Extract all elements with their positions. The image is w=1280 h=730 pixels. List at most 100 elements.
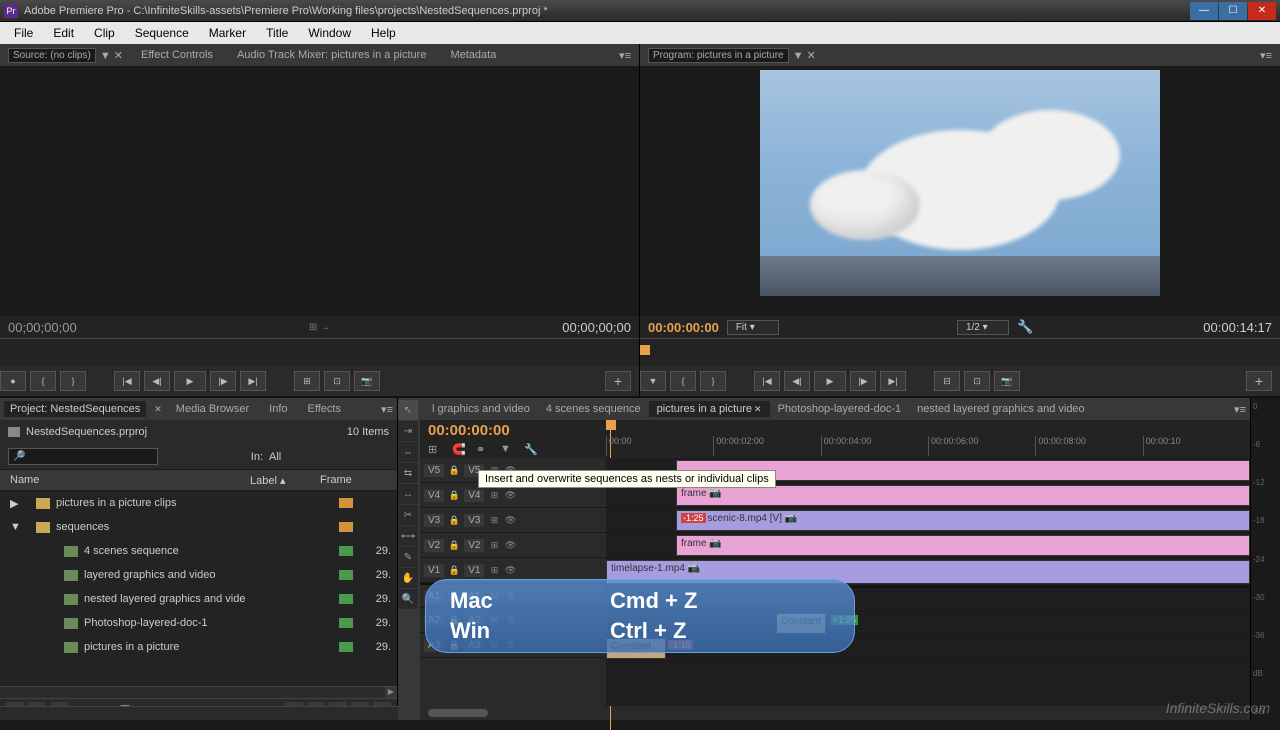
- menu-help[interactable]: Help: [361, 26, 406, 40]
- program-tc-current[interactable]: 00:00:00:00: [648, 320, 719, 335]
- playhead-icon[interactable]: [640, 345, 650, 355]
- step-fwd-icon[interactable]: |▶: [210, 371, 236, 391]
- pen-tool-icon[interactable]: ✎: [398, 547, 418, 567]
- tree-row[interactable]: 4 scenes sequence29.: [0, 539, 397, 563]
- step-fwd-icon[interactable]: |▶: [850, 371, 876, 391]
- slip-tool-icon[interactable]: ⟷: [398, 526, 418, 546]
- track-v5[interactable]: V5: [424, 464, 444, 477]
- timeline-tab[interactable]: 4 scenes sequence: [538, 401, 649, 417]
- insert-icon[interactable]: ⊞: [294, 371, 320, 391]
- marker-icon[interactable]: ●: [0, 371, 26, 391]
- razor-tool-icon[interactable]: ✂: [398, 505, 418, 525]
- play-button[interactable]: ▶: [174, 371, 206, 391]
- snap-icon[interactable]: 🧲: [452, 443, 466, 457]
- mark-out-icon[interactable]: }: [60, 371, 86, 391]
- play-button[interactable]: ▶: [814, 371, 846, 391]
- menu-marker[interactable]: Marker: [199, 26, 256, 40]
- track-v3[interactable]: V3: [424, 514, 444, 527]
- menu-title[interactable]: Title: [256, 26, 298, 40]
- clip[interactable]: frame 📷: [676, 485, 1250, 506]
- overwrite-icon[interactable]: ⊡: [324, 371, 350, 391]
- goto-in-icon[interactable]: |◀: [114, 371, 140, 391]
- clip[interactable]: frame 📷: [676, 535, 1250, 556]
- project-tree[interactable]: ▶pictures in a picture clips▼sequences4 …: [0, 491, 397, 686]
- track-v2[interactable]: V2: [424, 539, 444, 552]
- track-select-tool-icon[interactable]: ⇥: [398, 421, 418, 441]
- add-button[interactable]: +: [1246, 371, 1272, 391]
- tab-media-browser[interactable]: Media Browser: [170, 401, 255, 417]
- tab-metadata[interactable]: Metadata: [444, 47, 502, 63]
- rate-tool-icon[interactable]: ↔: [398, 484, 418, 504]
- goto-out-icon[interactable]: ▶|: [240, 371, 266, 391]
- col-frame[interactable]: Frame: [320, 474, 397, 486]
- tab-info[interactable]: Info: [263, 401, 293, 417]
- track-v1[interactable]: V1: [424, 564, 444, 577]
- panel-menu-icon[interactable]: ▾≡: [1234, 403, 1246, 416]
- tree-row[interactable]: nested layered graphics and vide29.: [0, 587, 397, 611]
- col-name[interactable]: Name: [0, 474, 250, 486]
- tab-effects[interactable]: Effects: [302, 401, 347, 417]
- timeline-tab[interactable]: l graphics and video: [424, 401, 538, 417]
- add-button[interactable]: +: [605, 371, 631, 391]
- extract-icon[interactable]: ⊡: [964, 371, 990, 391]
- program-dropdown[interactable]: Program: pictures in a picture▼ ✕: [648, 48, 816, 63]
- marker-icon[interactable]: ▼: [640, 371, 666, 391]
- panel-menu-icon[interactable]: ▾≡: [619, 49, 631, 62]
- clip[interactable]: -1:25scenic-8.mp4 [V] 📷: [676, 510, 1250, 531]
- col-label[interactable]: Label ▴: [250, 474, 320, 487]
- program-scrubber[interactable]: [640, 338, 1280, 366]
- tree-row[interactable]: layered graphics and video29.: [0, 563, 397, 587]
- source-scrubber[interactable]: [0, 338, 639, 366]
- minimize-button[interactable]: —: [1190, 2, 1218, 20]
- search-input[interactable]: 🔎: [8, 448, 158, 465]
- hand-tool-icon[interactable]: ✋: [398, 568, 418, 588]
- panel-menu-icon[interactable]: ▾≡: [1260, 49, 1272, 62]
- zoom-tool-icon[interactable]: 🔍: [398, 589, 418, 609]
- wrench-icon[interactable]: 🔧: [524, 443, 538, 457]
- nest-toggle-icon[interactable]: ⊞: [428, 443, 442, 457]
- link-icon[interactable]: ⚭: [476, 443, 490, 457]
- track-v4[interactable]: V4: [424, 489, 444, 502]
- close-button[interactable]: ✕: [1248, 2, 1276, 20]
- wrench-icon[interactable]: 🔧: [1017, 319, 1033, 335]
- fit-dropdown[interactable]: Fit ▾: [727, 320, 779, 335]
- menu-clip[interactable]: Clip: [84, 26, 125, 40]
- tab-effect-controls[interactable]: Effect Controls: [135, 47, 219, 63]
- tree-row[interactable]: Photoshop-layered-doc-129.: [0, 611, 397, 635]
- goto-out-icon[interactable]: ▶|: [880, 371, 906, 391]
- step-back-icon[interactable]: ◀|: [144, 371, 170, 391]
- tab-audio-mixer[interactable]: Audio Track Mixer: pictures in a picture: [231, 47, 433, 63]
- timeline-tab[interactable]: Photoshop-layered-doc-1: [770, 401, 910, 417]
- goto-in-icon[interactable]: |◀: [754, 371, 780, 391]
- mark-in-icon[interactable]: {: [670, 371, 696, 391]
- panel-menu-icon[interactable]: ▾≡: [381, 403, 393, 416]
- tree-row[interactable]: ▼sequences: [0, 515, 397, 539]
- tab-project[interactable]: Project: NestedSequences: [4, 401, 146, 417]
- zoom-dropdown[interactable]: 1/2 ▾: [957, 320, 1009, 335]
- menu-edit[interactable]: Edit: [43, 26, 84, 40]
- lift-icon[interactable]: ⊟: [934, 371, 960, 391]
- playhead-icon[interactable]: [606, 420, 616, 430]
- export-frame-icon[interactable]: 📷: [994, 371, 1020, 391]
- mark-in-icon[interactable]: {: [30, 371, 56, 391]
- maximize-button[interactable]: ☐: [1219, 2, 1247, 20]
- tree-row[interactable]: pictures in a picture29.: [0, 635, 397, 659]
- marker-icon[interactable]: ▼: [500, 443, 514, 457]
- menu-file[interactable]: File: [4, 26, 43, 40]
- filter-dropdown[interactable]: All: [269, 451, 389, 463]
- source-dropdown[interactable]: Source: (no clips)▼ ✕: [8, 48, 123, 63]
- export-frame-icon[interactable]: 📷: [354, 371, 380, 391]
- menu-window[interactable]: Window: [298, 26, 361, 40]
- rolling-tool-icon[interactable]: ⇆: [398, 463, 418, 483]
- menu-sequence[interactable]: Sequence: [125, 26, 199, 40]
- timeline-tc[interactable]: 00:00:00:00: [428, 422, 598, 439]
- mark-out-icon[interactable]: }: [700, 371, 726, 391]
- tree-row[interactable]: ▶pictures in a picture clips: [0, 491, 397, 515]
- selection-tool-icon[interactable]: ↖: [398, 400, 418, 420]
- timeline-ruler[interactable]: 00:00 00:00:02:00 00:00:04:00 00:00:06:0…: [606, 420, 1250, 458]
- timeline-h-scroll[interactable]: [428, 709, 488, 717]
- timeline-tab-active[interactable]: pictures in a picture✕: [649, 401, 770, 417]
- ripple-tool-icon[interactable]: ⇔: [398, 442, 418, 462]
- step-back-icon[interactable]: ◀|: [784, 371, 810, 391]
- timeline-tab[interactable]: nested layered graphics and video: [909, 401, 1093, 417]
